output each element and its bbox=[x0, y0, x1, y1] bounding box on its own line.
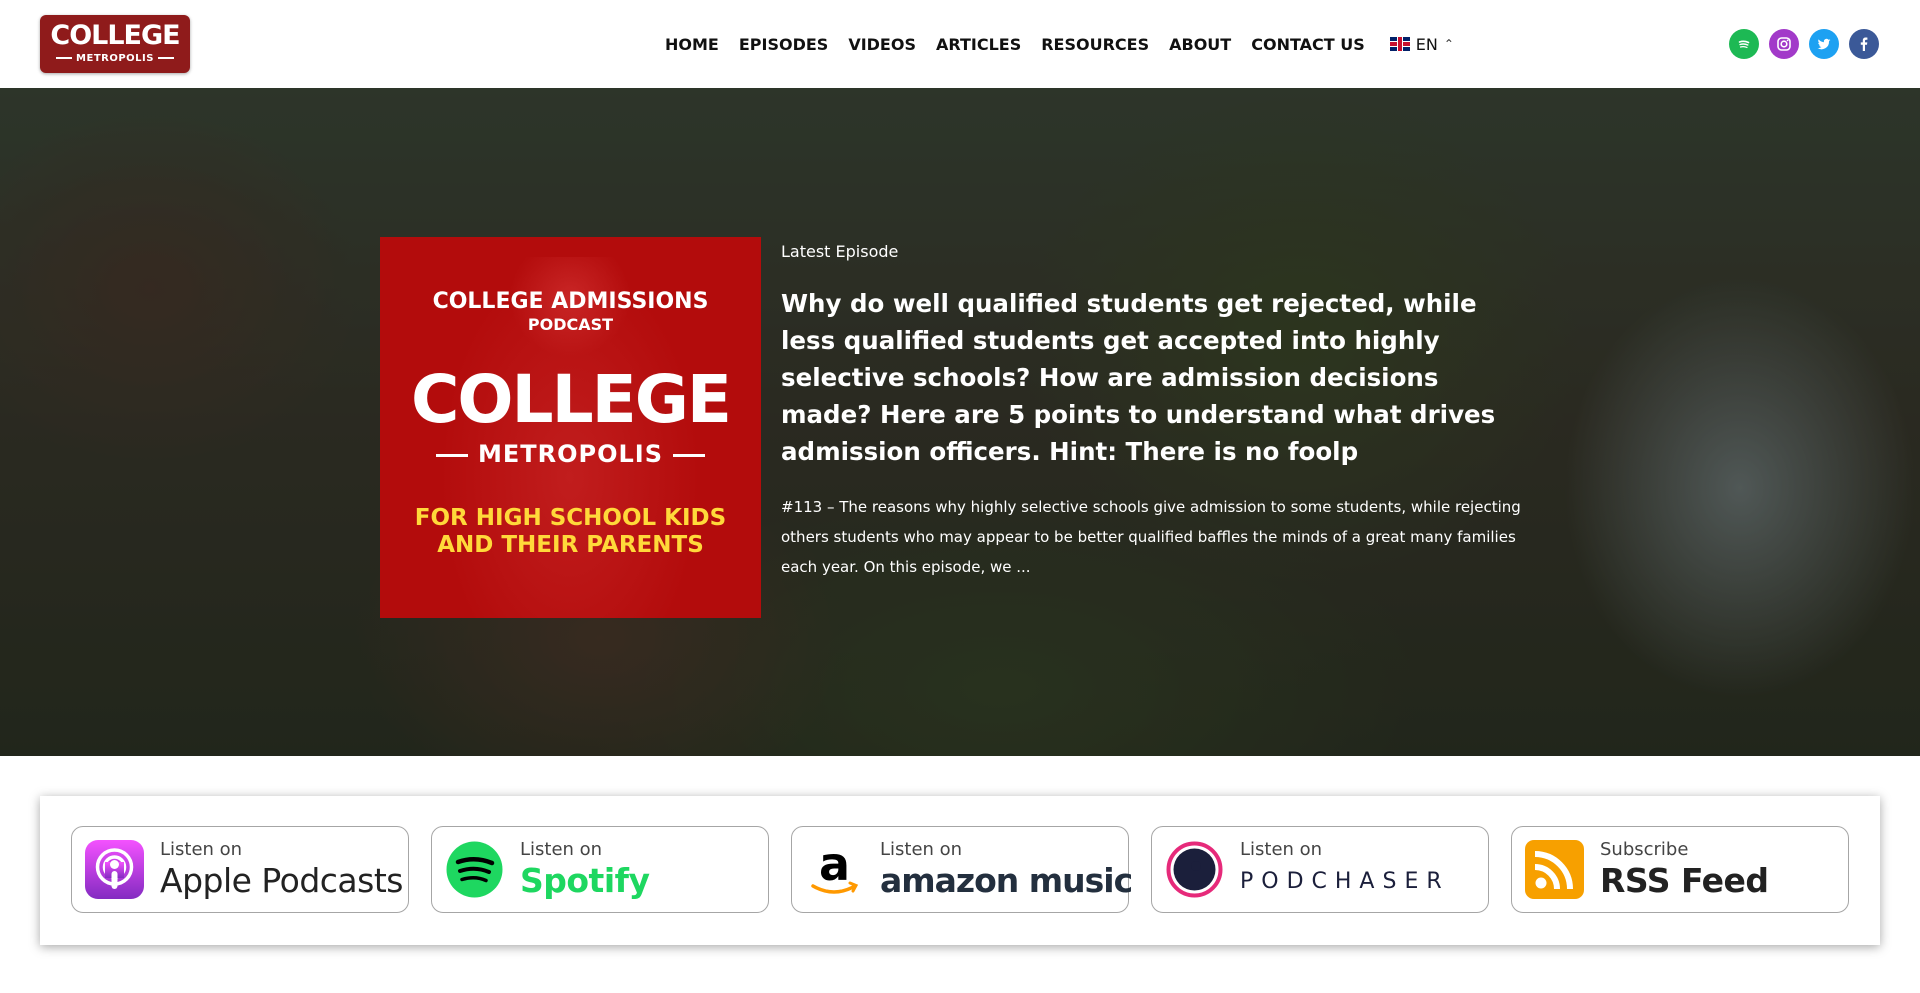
nav-articles[interactable]: ARTICLES bbox=[936, 35, 1021, 54]
apple-podcasts-small: Listen on bbox=[160, 839, 243, 860]
spotify-icon bbox=[446, 841, 503, 898]
nav-videos[interactable]: VIDEOS bbox=[848, 35, 916, 54]
amazon-music-small: Listen on bbox=[880, 839, 963, 860]
podchaser-icon bbox=[1166, 841, 1223, 898]
language-label: EN bbox=[1415, 34, 1438, 54]
cover-subheading: PODCAST bbox=[527, 315, 614, 334]
logo-title: COLLEGE bbox=[50, 20, 180, 51]
cover-brand: COLLEGE bbox=[411, 361, 732, 438]
site-header: COLLEGE METROPOLIS HOME EPISODES VIDEOS … bbox=[0, 0, 1920, 88]
episode-title[interactable]: Why do well qualified students get rejec… bbox=[781, 285, 1521, 470]
episode-cover-art[interactable]: COLLEGE ADMISSIONS PODCAST COLLEGE METRO… bbox=[380, 237, 761, 618]
rss-icon bbox=[1525, 840, 1584, 899]
amazon-icon: a bbox=[811, 840, 859, 894]
apple-podcasts-badge[interactable]: Listen on Apple Podcasts bbox=[71, 826, 409, 913]
spotify-icon[interactable] bbox=[1729, 29, 1759, 59]
cover-brand-sub: METROPOLIS bbox=[380, 440, 761, 468]
podchaser-big: PODCHASER bbox=[1240, 869, 1450, 894]
podchaser-small: Listen on bbox=[1240, 839, 1323, 860]
chevron-up-icon: ⌃ bbox=[1443, 37, 1454, 51]
listen-on-bar: Listen on Apple Podcasts Listen on Spoti… bbox=[40, 796, 1880, 945]
amazon-music-text: amazon music bbox=[880, 861, 1133, 900]
nav-contact-us[interactable]: CONTACT US bbox=[1251, 35, 1365, 54]
apple-podcasts-big: Apple Podcasts bbox=[160, 861, 403, 900]
cover-tagline-line-1: FOR HIGH SCHOOL KIDS bbox=[414, 505, 727, 531]
nav-episodes[interactable]: EPISODES bbox=[739, 35, 828, 54]
podchaser-badge[interactable]: Listen on PODCHASER bbox=[1151, 826, 1489, 913]
logo-subtitle: METROPOLIS bbox=[40, 53, 190, 64]
amazon-music-big: amazon music bbox=[880, 861, 1133, 900]
spotify-small: Listen on bbox=[520, 839, 603, 860]
cover-heading: COLLEGE ADMISSIONS bbox=[432, 289, 709, 314]
nav-resources[interactable]: RESOURCES bbox=[1041, 35, 1149, 54]
uk-flag-icon bbox=[1389, 37, 1410, 51]
social-links bbox=[1729, 29, 1889, 59]
hero-section: COLLEGE ADMISSIONS PODCAST COLLEGE METRO… bbox=[0, 88, 1920, 756]
main-nav: HOME EPISODES VIDEOS ARTICLES RESOURCES … bbox=[665, 32, 1454, 56]
episode-description: #113 – The reasons why highly selective … bbox=[781, 498, 1521, 576]
twitter-icon[interactable] bbox=[1809, 29, 1839, 59]
nav-about[interactable]: ABOUT bbox=[1169, 35, 1231, 54]
facebook-icon[interactable] bbox=[1849, 29, 1879, 59]
spotify-big: Spotify bbox=[520, 861, 650, 900]
rss-small: Subscribe bbox=[1600, 839, 1689, 860]
amazon-music-badge[interactable]: a Listen on amazon music bbox=[791, 826, 1133, 913]
rss-feed-badge[interactable]: Subscribe RSS Feed bbox=[1511, 826, 1849, 913]
rss-big: RSS Feed bbox=[1600, 861, 1769, 900]
cover-tagline: FOR HIGH SCHOOL KIDS AND THEIR PARENTS bbox=[400, 505, 741, 559]
site-logo[interactable]: COLLEGE METROPOLIS bbox=[40, 15, 190, 73]
cover-tagline-line-2: AND THEIR PARENTS bbox=[437, 532, 704, 558]
spotify-badge[interactable]: Listen on Spotify bbox=[431, 826, 769, 913]
svg-text:a: a bbox=[819, 840, 850, 891]
nav-home[interactable]: HOME bbox=[665, 35, 719, 54]
latest-episode-label: Latest Episode bbox=[781, 242, 899, 261]
instagram-icon[interactable] bbox=[1769, 29, 1799, 59]
language-selector[interactable]: EN ⌃ bbox=[1389, 34, 1454, 54]
apple-podcasts-icon bbox=[85, 840, 144, 899]
